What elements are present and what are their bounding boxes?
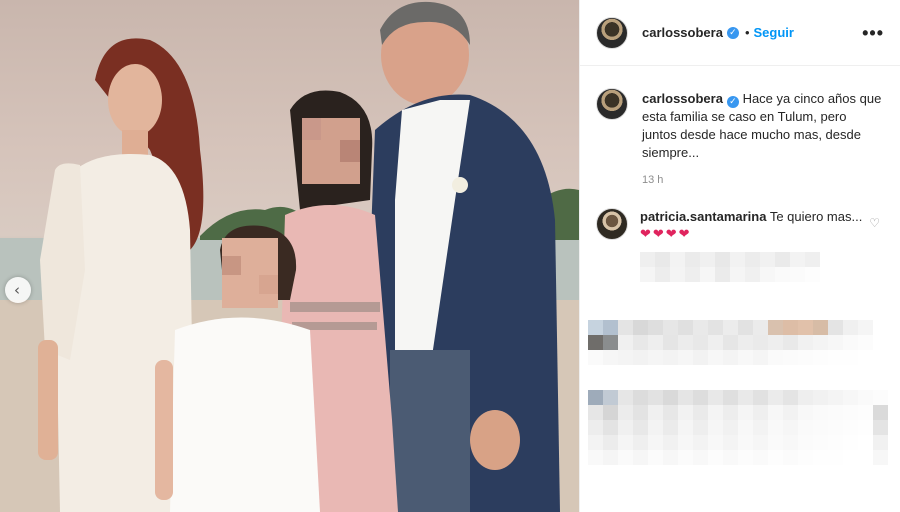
- caption-body: carlossobera ✓ Hace ya cinco años que est…: [642, 90, 884, 162]
- post-caption: carlossobera ✓ Hace ya cinco años que est…: [580, 66, 900, 162]
- carousel-prev-button[interactable]: ‹: [5, 277, 31, 303]
- chevron-left-icon: ‹: [14, 280, 20, 299]
- caption-username[interactable]: carlossobera: [642, 91, 723, 106]
- commenter-username[interactable]: patricia.santamarina: [640, 209, 766, 224]
- pixelated-reply-row: [640, 252, 820, 282]
- post-timestamp[interactable]: 13 h: [642, 174, 900, 186]
- follow-button[interactable]: Seguir: [754, 25, 794, 40]
- post-header: carlossobera ✓ • Seguir •••: [580, 0, 900, 66]
- verified-badge-icon: ✓: [726, 96, 739, 108]
- man-right: [370, 1, 560, 512]
- author-username[interactable]: carlossobera: [642, 25, 723, 40]
- photo-illustration: [0, 1, 579, 512]
- more-horizontal-icon[interactable]: •••: [862, 24, 884, 42]
- comment-text: Te quiero mas...: [769, 209, 863, 224]
- like-comment-heart-icon[interactable]: ♡: [869, 216, 880, 230]
- heart-emoji: ❤❤❤❤: [640, 227, 692, 242]
- verified-badge-icon: ✓: [726, 26, 739, 39]
- pixelated-comment-row: [588, 320, 873, 365]
- pixelated-comment-row: [588, 390, 888, 465]
- caption-avatar[interactable]: [596, 88, 628, 120]
- comment-item: patricia.santamarina Te quiero mas... ❤❤…: [580, 186, 900, 243]
- comment-body: patricia.santamarina Te quiero mas... ❤❤…: [640, 208, 872, 243]
- post-sidebar: carlossobera ✓ • Seguir ••• carlossobera…: [579, 0, 900, 512]
- header-separator: •: [744, 25, 750, 40]
- commenter-avatar[interactable]: [596, 208, 628, 240]
- author-avatar[interactable]: [596, 16, 628, 49]
- post-photo[interactable]: ‹: [0, 0, 579, 512]
